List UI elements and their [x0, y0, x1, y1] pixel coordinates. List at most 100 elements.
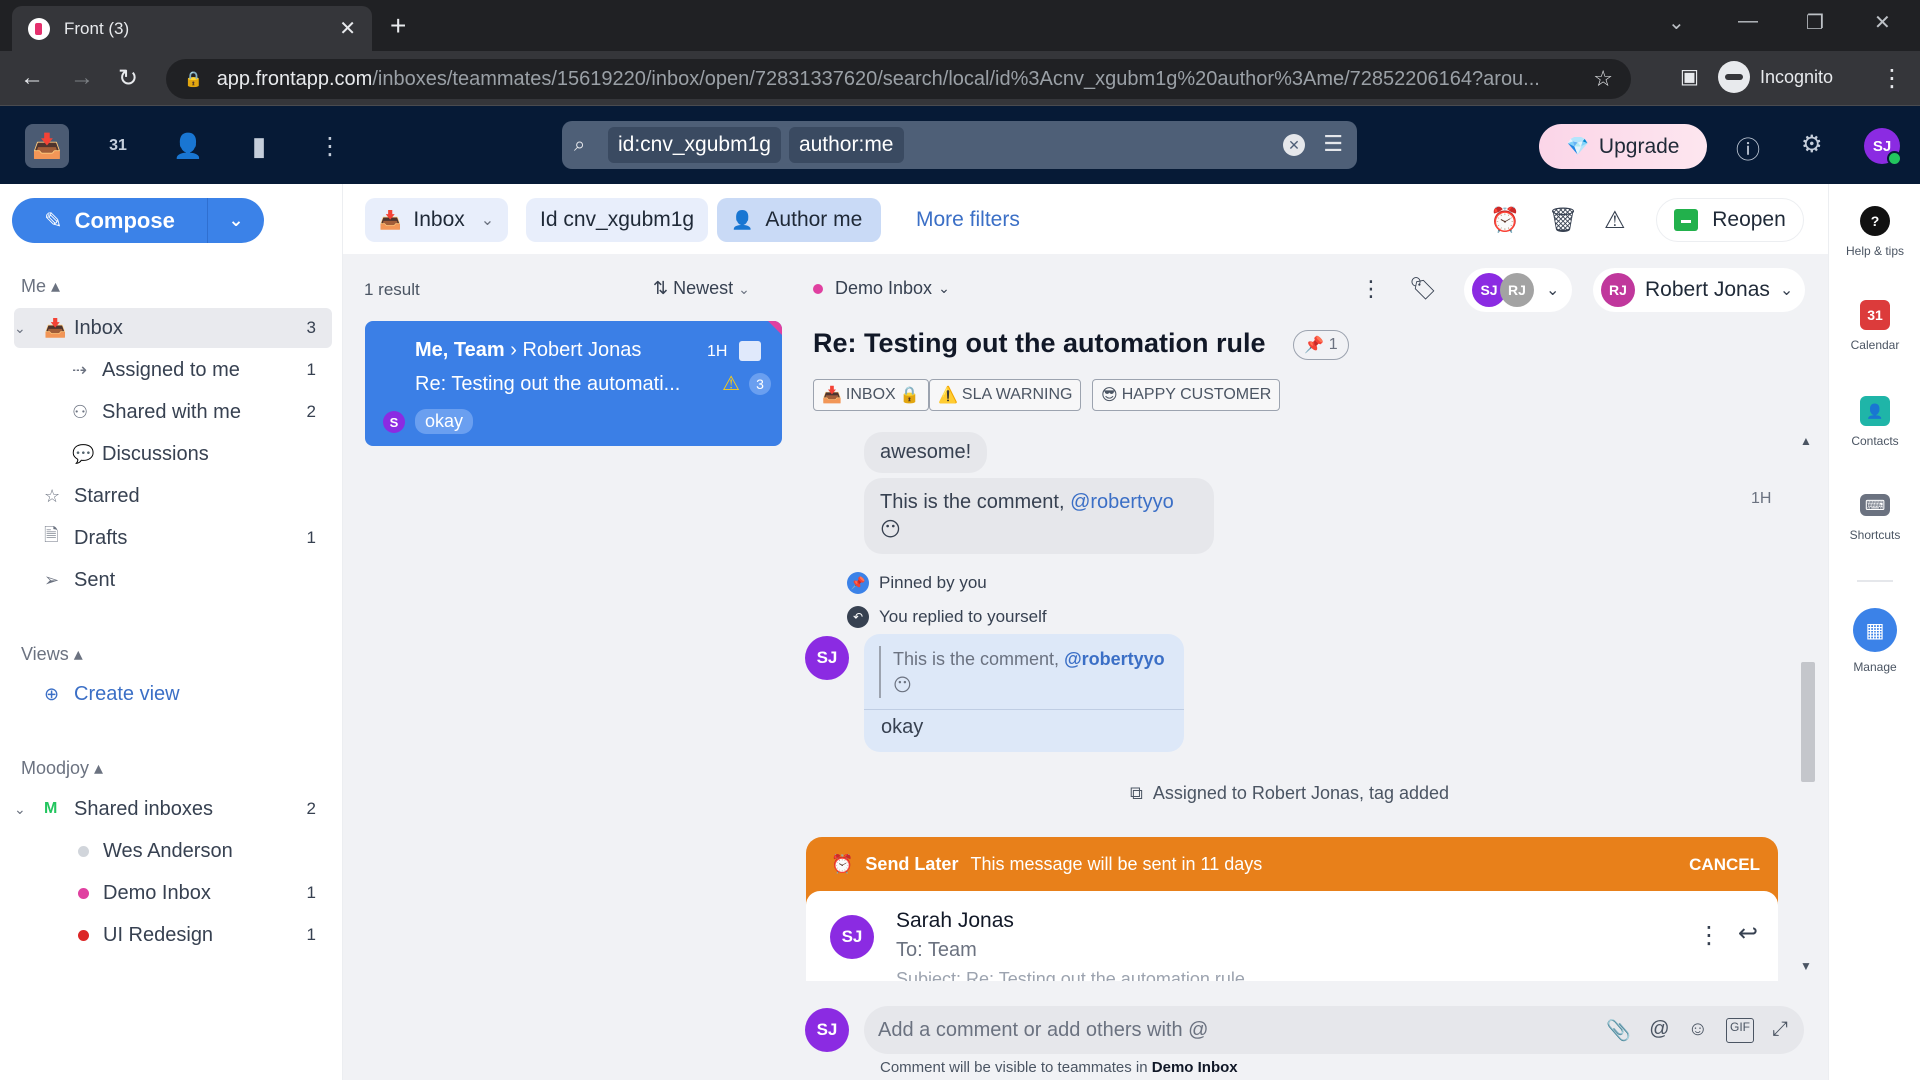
- sunglasses-emoji-icon: 😎: [1101, 387, 1118, 404]
- rail-calendar[interactable]: 31 Calendar: [1829, 300, 1920, 352]
- conversation-list-item[interactable]: Me, Team › Robert Jonas 1H Re: Testing o…: [365, 321, 782, 446]
- team-section-header[interactable]: Moodjoy ▴: [21, 758, 103, 779]
- bookmark-star-icon[interactable]: ☆: [1593, 66, 1613, 92]
- author-filter-chip[interactable]: 👤 Author me: [717, 198, 881, 242]
- draft-message-card[interactable]: SJ Sarah Jonas To: Team Subject: Re: Tes…: [806, 891, 1778, 981]
- inbox-nav-icon[interactable]: 📥: [25, 124, 69, 168]
- upgrade-button[interactable]: 💎 Upgrade: [1539, 124, 1707, 169]
- compose-button[interactable]: ✎ Compose: [12, 198, 208, 243]
- cancel-send-later-button[interactable]: CANCEL: [1689, 855, 1760, 875]
- sidepanel-icon[interactable]: ▣: [1680, 64, 1699, 89]
- sidebar-item-sent[interactable]: ➢ Sent: [44, 560, 332, 600]
- sidebar-item-count: 2: [306, 402, 316, 421]
- chevron-down-icon[interactable]: ⌄: [14, 320, 44, 337]
- sort-dropdown[interactable]: ⇅ Newest ⌄: [653, 278, 750, 299]
- url-field[interactable]: 🔒 app.frontapp.com /inboxes/teammates/15…: [166, 59, 1631, 99]
- more-filters-link[interactable]: More filters: [916, 208, 1020, 232]
- emoji-smiley-icon[interactable]: ☺: [1688, 1018, 1708, 1043]
- sidebar-item-assigned-to-me[interactable]: ⇢ Assigned to me 1: [72, 350, 332, 390]
- contacts-nav-icon[interactable]: 👤: [166, 124, 210, 168]
- compose-options-chevron-icon[interactable]: ⌄: [208, 210, 264, 231]
- scroll-down-icon[interactable]: ▼: [1800, 959, 1812, 973]
- rail-help-tips[interactable]: ? Help & tips: [1829, 206, 1920, 258]
- tag-icon[interactable]: 🏷: [1409, 276, 1437, 302]
- new-tab-button[interactable]: +: [390, 10, 406, 42]
- settings-gear-icon[interactable]: ⚙: [1801, 130, 1823, 159]
- sidebar-item-count: 1: [306, 528, 316, 547]
- more-nav-icon[interactable]: ⋮: [308, 124, 352, 168]
- assignee-dropdown[interactable]: RJ Robert Jonas ⌄: [1593, 268, 1805, 312]
- views-section-header[interactable]: Views ▴: [21, 644, 83, 665]
- me-section-header[interactable]: Me ▴: [21, 276, 60, 297]
- more-options-icon[interactable]: ⋮: [1360, 276, 1382, 302]
- help-icon[interactable]: ⓘ: [1736, 130, 1760, 165]
- reply-icon[interactable]: ↩: [1738, 919, 1758, 948]
- trash-icon[interactable]: 🗑: [1548, 206, 1578, 235]
- owner-avatar: RJ: [1601, 273, 1635, 307]
- snooze-alarm-icon[interactable]: ⏰: [1490, 206, 1520, 235]
- sidebar-item-demo-inbox[interactable]: Demo Inbox 1: [72, 873, 332, 913]
- sidebar-item-wes-anderson[interactable]: Wes Anderson: [72, 831, 332, 871]
- pin-icon: 📌: [847, 572, 869, 594]
- search-filter-icon[interactable]: ☰: [1323, 131, 1343, 157]
- incognito-indicator[interactable]: Incognito: [1718, 61, 1833, 93]
- search-chip-id[interactable]: id:cnv_xgubm1g: [608, 127, 781, 163]
- create-view-link[interactable]: ⊕ Create view: [44, 674, 332, 714]
- browser-menu-icon[interactable]: ⋮: [1880, 64, 1904, 93]
- rail-manage[interactable]: ▦ Manage: [1829, 608, 1920, 674]
- minimize-icon[interactable]: —: [1738, 10, 1758, 33]
- attachment-paperclip-icon[interactable]: 📎: [1606, 1018, 1631, 1043]
- restore-icon[interactable]: ❐: [1806, 10, 1824, 35]
- mention-link[interactable]: @robertyyo: [1070, 491, 1174, 513]
- reload-icon[interactable]: ↻: [118, 64, 138, 93]
- back-icon[interactable]: ←: [20, 64, 44, 92]
- chevron-down-icon[interactable]: ⌄: [14, 801, 44, 818]
- lock-icon: 🔒: [899, 387, 920, 404]
- archive-box-icon: [1674, 209, 1699, 231]
- tab-search-icon[interactable]: ⌄: [1668, 10, 1685, 35]
- sidebar-item-starred[interactable]: ☆ Starred: [44, 476, 332, 516]
- rail-shortcuts[interactable]: ⌨ Shortcuts: [1829, 490, 1920, 542]
- close-tab-icon[interactable]: ✕: [339, 16, 356, 41]
- user-avatar[interactable]: SJ: [1864, 128, 1902, 166]
- app-header: 📥 31 👤 ▮ ⋮ ⌕ id:cnv_xgubm1g author:me ✕ …: [0, 106, 1920, 184]
- sidebar-item-shared-with-me[interactable]: ⚇ Shared with me 2: [72, 392, 332, 432]
- sidebar-item-ui-redesign[interactable]: UI Redesign 1: [72, 915, 332, 955]
- conversation-inbox-dropdown[interactable]: Demo Inbox ⌄: [813, 278, 950, 299]
- id-filter-chip[interactable]: Id cnv_xgubm1g: [526, 198, 709, 242]
- message-more-icon[interactable]: ⋮: [1697, 921, 1721, 950]
- inbox-filter-dropdown[interactable]: 📥 Inbox ⌄: [365, 198, 509, 242]
- search-chip-author[interactable]: author:me: [788, 127, 904, 163]
- reopen-button[interactable]: Reopen: [1656, 198, 1804, 242]
- analytics-nav-icon[interactable]: ▮: [237, 124, 281, 168]
- followers-dropdown[interactable]: SJ RJ ⌄: [1464, 268, 1572, 312]
- tag-sla-warning[interactable]: ⚠️ SLA WARNING: [929, 379, 1082, 411]
- sidebar-item-discussions[interactable]: 💬 Discussions: [72, 434, 332, 474]
- search-bar[interactable]: ⌕ id:cnv_xgubm1g author:me ✕ ☰: [562, 121, 1357, 169]
- sidebar-item-inbox[interactable]: ⌄ 📥 Inbox 3: [14, 308, 332, 348]
- pin-count-button[interactable]: 📌 1: [1293, 330, 1349, 360]
- close-window-icon[interactable]: ✕: [1874, 10, 1891, 35]
- send-later-message: This message will be sent in 11 days: [970, 854, 1263, 874]
- inbox-color-dot: [78, 845, 89, 857]
- right-rail: ? Help & tips 31 Calendar 👤 Contacts ⌨ S…: [1828, 184, 1920, 1080]
- browser-tab[interactable]: Front (3) ✕: [12, 6, 372, 51]
- sidebar-item-label: Inbox: [74, 316, 123, 339]
- gif-icon[interactable]: GIF: [1726, 1017, 1754, 1043]
- scrollbar-thumb[interactable]: [1801, 662, 1815, 782]
- tag-inbox[interactable]: 📥 INBOX 🔒: [813, 379, 929, 411]
- expand-icon[interactable]: ⤢: [1772, 1018, 1788, 1043]
- spam-alert-icon[interactable]: ⚠: [1604, 206, 1626, 235]
- mention-at-icon[interactable]: @: [1649, 1018, 1669, 1043]
- comment-input[interactable]: Add a comment or add others with @ 📎 @ ☺…: [864, 1006, 1804, 1054]
- archive-icon[interactable]: [739, 341, 761, 361]
- clear-search-icon[interactable]: ✕: [1283, 134, 1305, 156]
- calendar-nav-icon[interactable]: 31: [96, 124, 140, 168]
- draft-subject: Subject: Re: Testing out the automation …: [896, 969, 1245, 981]
- forward-icon[interactable]: →: [70, 64, 94, 92]
- scroll-up-icon[interactable]: ▲: [1800, 434, 1812, 448]
- sidebar-item-shared-inboxes[interactable]: ⌄ M Shared inboxes 2: [14, 789, 332, 829]
- sidebar-item-drafts[interactable]: 🗎 Drafts 1: [44, 518, 332, 558]
- tag-happy-customer[interactable]: 😎 HAPPY CUSTOMER: [1092, 379, 1281, 411]
- rail-contacts[interactable]: 👤 Contacts: [1829, 396, 1920, 448]
